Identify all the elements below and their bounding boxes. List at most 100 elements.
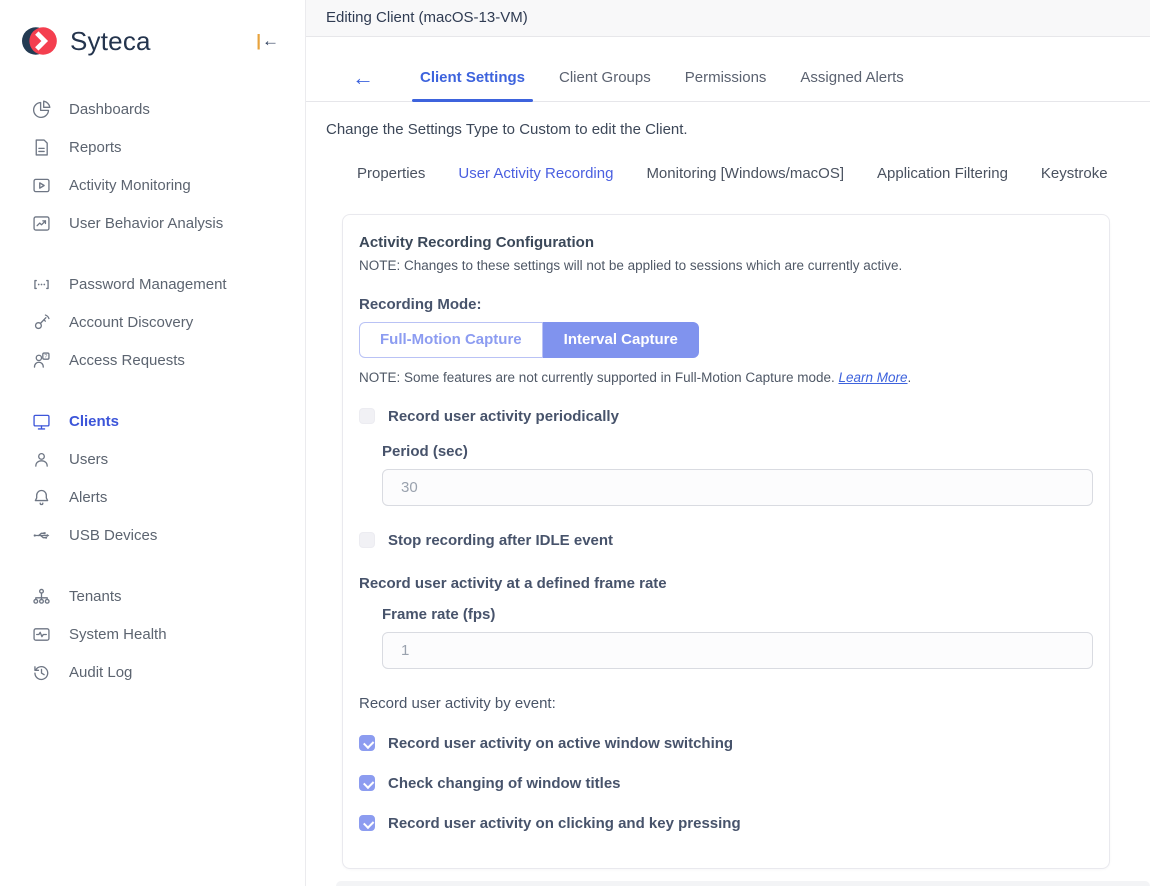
svg-text:?: ? <box>44 354 47 360</box>
sidebar-item-system-health[interactable]: System Health <box>0 615 305 653</box>
tab-assigned-alerts[interactable]: Assigned Alerts <box>798 69 905 101</box>
activity-monitoring-icon <box>30 174 52 196</box>
nav-group-pam: Password Management Account Discovery ? … <box>0 265 305 379</box>
nav-group-analytics: Dashboards Reports Activity Monitoring U… <box>0 90 305 242</box>
window-switching-row[interactable]: Record user activity on active window sw… <box>359 735 1093 752</box>
usb-devices-icon <box>30 524 52 546</box>
sidebar-item-alerts[interactable]: Alerts <box>0 478 305 516</box>
sidebar-item-activity-monitoring[interactable]: Activity Monitoring <box>0 166 305 204</box>
subtab-properties[interactable]: Properties <box>357 165 425 182</box>
by-event-label: Record user activity by event: <box>359 695 1093 712</box>
sidebar-item-users[interactable]: Users <box>0 440 305 478</box>
subtab-application-filtering[interactable]: Application Filtering <box>877 165 1008 182</box>
tab-bar: ← Client Settings Client Groups Permissi… <box>306 37 1150 102</box>
sidebar-item-label: Dashboards <box>69 101 150 118</box>
main-content: Editing Client (macOS-13-VM) ← Client Se… <box>306 0 1150 886</box>
sidebar-item-dashboards[interactable]: Dashboards <box>0 90 305 128</box>
sidebar-item-label: Users <box>69 451 108 468</box>
stop-after-idle-row[interactable]: Stop recording after IDLE event <box>359 532 1093 549</box>
alerts-icon <box>30 486 52 508</box>
sidebar-item-usb-devices[interactable]: USB Devices <box>0 516 305 554</box>
page-header: Editing Client (macOS-13-VM) <box>306 0 1150 37</box>
next-section-edge <box>336 881 1150 886</box>
card-note: NOTE: Changes to these settings will not… <box>359 258 1093 273</box>
sidebar-item-label: USB Devices <box>69 527 157 544</box>
activity-recording-card: Activity Recording Configuration NOTE: C… <box>342 214 1110 869</box>
frame-rate-label: Frame rate (fps) <box>382 606 1093 623</box>
sidebar-item-account-discovery[interactable]: Account Discovery <box>0 303 305 341</box>
window-switching-checkbox[interactable] <box>359 735 375 751</box>
record-periodically-checkbox[interactable] <box>359 408 375 424</box>
recording-mode-label: Recording Mode: <box>359 296 1093 313</box>
tenants-icon <box>30 585 52 607</box>
period-label: Period (sec) <box>382 443 1093 460</box>
sidebar-item-label: User Behavior Analysis <box>69 215 223 232</box>
window-titles-checkbox[interactable] <box>359 775 375 791</box>
user-behavior-analysis-icon <box>30 212 52 234</box>
back-arrow-icon[interactable]: ← <box>352 67 374 101</box>
clients-icon <box>30 410 52 432</box>
access-requests-icon: ? <box>30 349 52 371</box>
sidebar-item-tenants[interactable]: Tenants <box>0 577 305 615</box>
sidebar-item-label: Account Discovery <box>69 314 193 331</box>
sidebar: Syteca |← Dashboards Reports Activity Mo… <box>0 0 306 886</box>
stop-after-idle-checkbox[interactable] <box>359 532 375 548</box>
full-motion-capture-button[interactable]: Full-Motion Capture <box>359 322 543 358</box>
tab-permissions[interactable]: Permissions <box>683 69 769 101</box>
sidebar-collapse-icon[interactable]: |← <box>256 31 279 51</box>
users-icon <box>30 448 52 470</box>
password-management-icon <box>30 273 52 295</box>
settings-type-notice: Change the Settings Type to Custom to ed… <box>306 102 1150 138</box>
window-switching-label: Record user activity on active window sw… <box>388 735 733 752</box>
record-periodically-row[interactable]: Record user activity periodically <box>359 408 1093 425</box>
reports-icon <box>30 136 52 158</box>
sidebar-item-label: Audit Log <box>69 664 132 681</box>
sidebar-item-password-management[interactable]: Password Management <box>0 265 305 303</box>
mode-note-suffix: . <box>908 370 912 385</box>
system-health-icon <box>30 623 52 645</box>
syteca-logo-icon <box>22 22 60 60</box>
subtab-user-activity-recording[interactable]: User Activity Recording <box>458 165 613 182</box>
account-discovery-icon <box>30 311 52 333</box>
record-periodically-label: Record user activity periodically <box>388 408 619 425</box>
brand-name: Syteca <box>70 26 256 57</box>
sidebar-item-reports[interactable]: Reports <box>0 128 305 166</box>
sidebar-item-label: Reports <box>69 139 122 156</box>
nav-group-system: Tenants System Health Audit Log <box>0 577 305 691</box>
subtab-monitoring[interactable]: Monitoring [Windows/macOS] <box>646 165 844 182</box>
tab-client-groups[interactable]: Client Groups <box>557 69 653 101</box>
tab-client-settings[interactable]: Client Settings <box>418 69 527 101</box>
mode-note-text: NOTE: Some features are not currently su… <box>359 370 838 385</box>
recording-mode-toggle: Full-Motion Capture Interval Capture <box>359 322 1093 358</box>
sidebar-item-access-requests[interactable]: ? Access Requests <box>0 341 305 379</box>
subtab-bar: Properties User Activity Recording Monit… <box>306 138 1150 182</box>
sidebar-item-label: Access Requests <box>69 352 185 369</box>
click-keypress-label: Record user activity on clicking and key… <box>388 815 741 832</box>
sidebar-item-label: Activity Monitoring <box>69 177 191 194</box>
nav-group-endpoints: Clients Users Alerts USB Devices <box>0 402 305 554</box>
stop-after-idle-label: Stop recording after IDLE event <box>388 532 613 549</box>
audit-log-icon <box>30 661 52 683</box>
dashboards-icon <box>30 98 52 120</box>
subtab-keystroke[interactable]: Keystroke <box>1041 165 1108 182</box>
sidebar-item-label: Clients <box>69 413 119 430</box>
window-titles-label: Check changing of window titles <box>388 775 621 792</box>
learn-more-link[interactable]: Learn More <box>838 370 907 385</box>
sidebar-item-label: System Health <box>69 626 167 643</box>
sidebar-item-label: Password Management <box>69 276 227 293</box>
card-heading: Activity Recording Configuration <box>359 234 1093 251</box>
sidebar-item-label: Alerts <box>69 489 107 506</box>
mode-note: NOTE: Some features are not currently su… <box>359 370 1093 385</box>
period-input[interactable] <box>382 469 1093 506</box>
interval-capture-button[interactable]: Interval Capture <box>543 322 699 358</box>
sidebar-item-audit-log[interactable]: Audit Log <box>0 653 305 691</box>
sidebar-item-user-behavior-analysis[interactable]: User Behavior Analysis <box>0 204 305 242</box>
frame-rate-input[interactable] <box>382 632 1093 669</box>
click-keypress-checkbox[interactable] <box>359 815 375 831</box>
sidebar-item-label: Tenants <box>69 588 122 605</box>
page-title: Editing Client (macOS-13-VM) <box>326 9 528 26</box>
frame-rate-heading: Record user activity at a defined frame … <box>359 575 1093 592</box>
click-keypress-row[interactable]: Record user activity on clicking and key… <box>359 815 1093 832</box>
window-titles-row[interactable]: Check changing of window titles <box>359 775 1093 792</box>
sidebar-item-clients[interactable]: Clients <box>0 402 305 440</box>
